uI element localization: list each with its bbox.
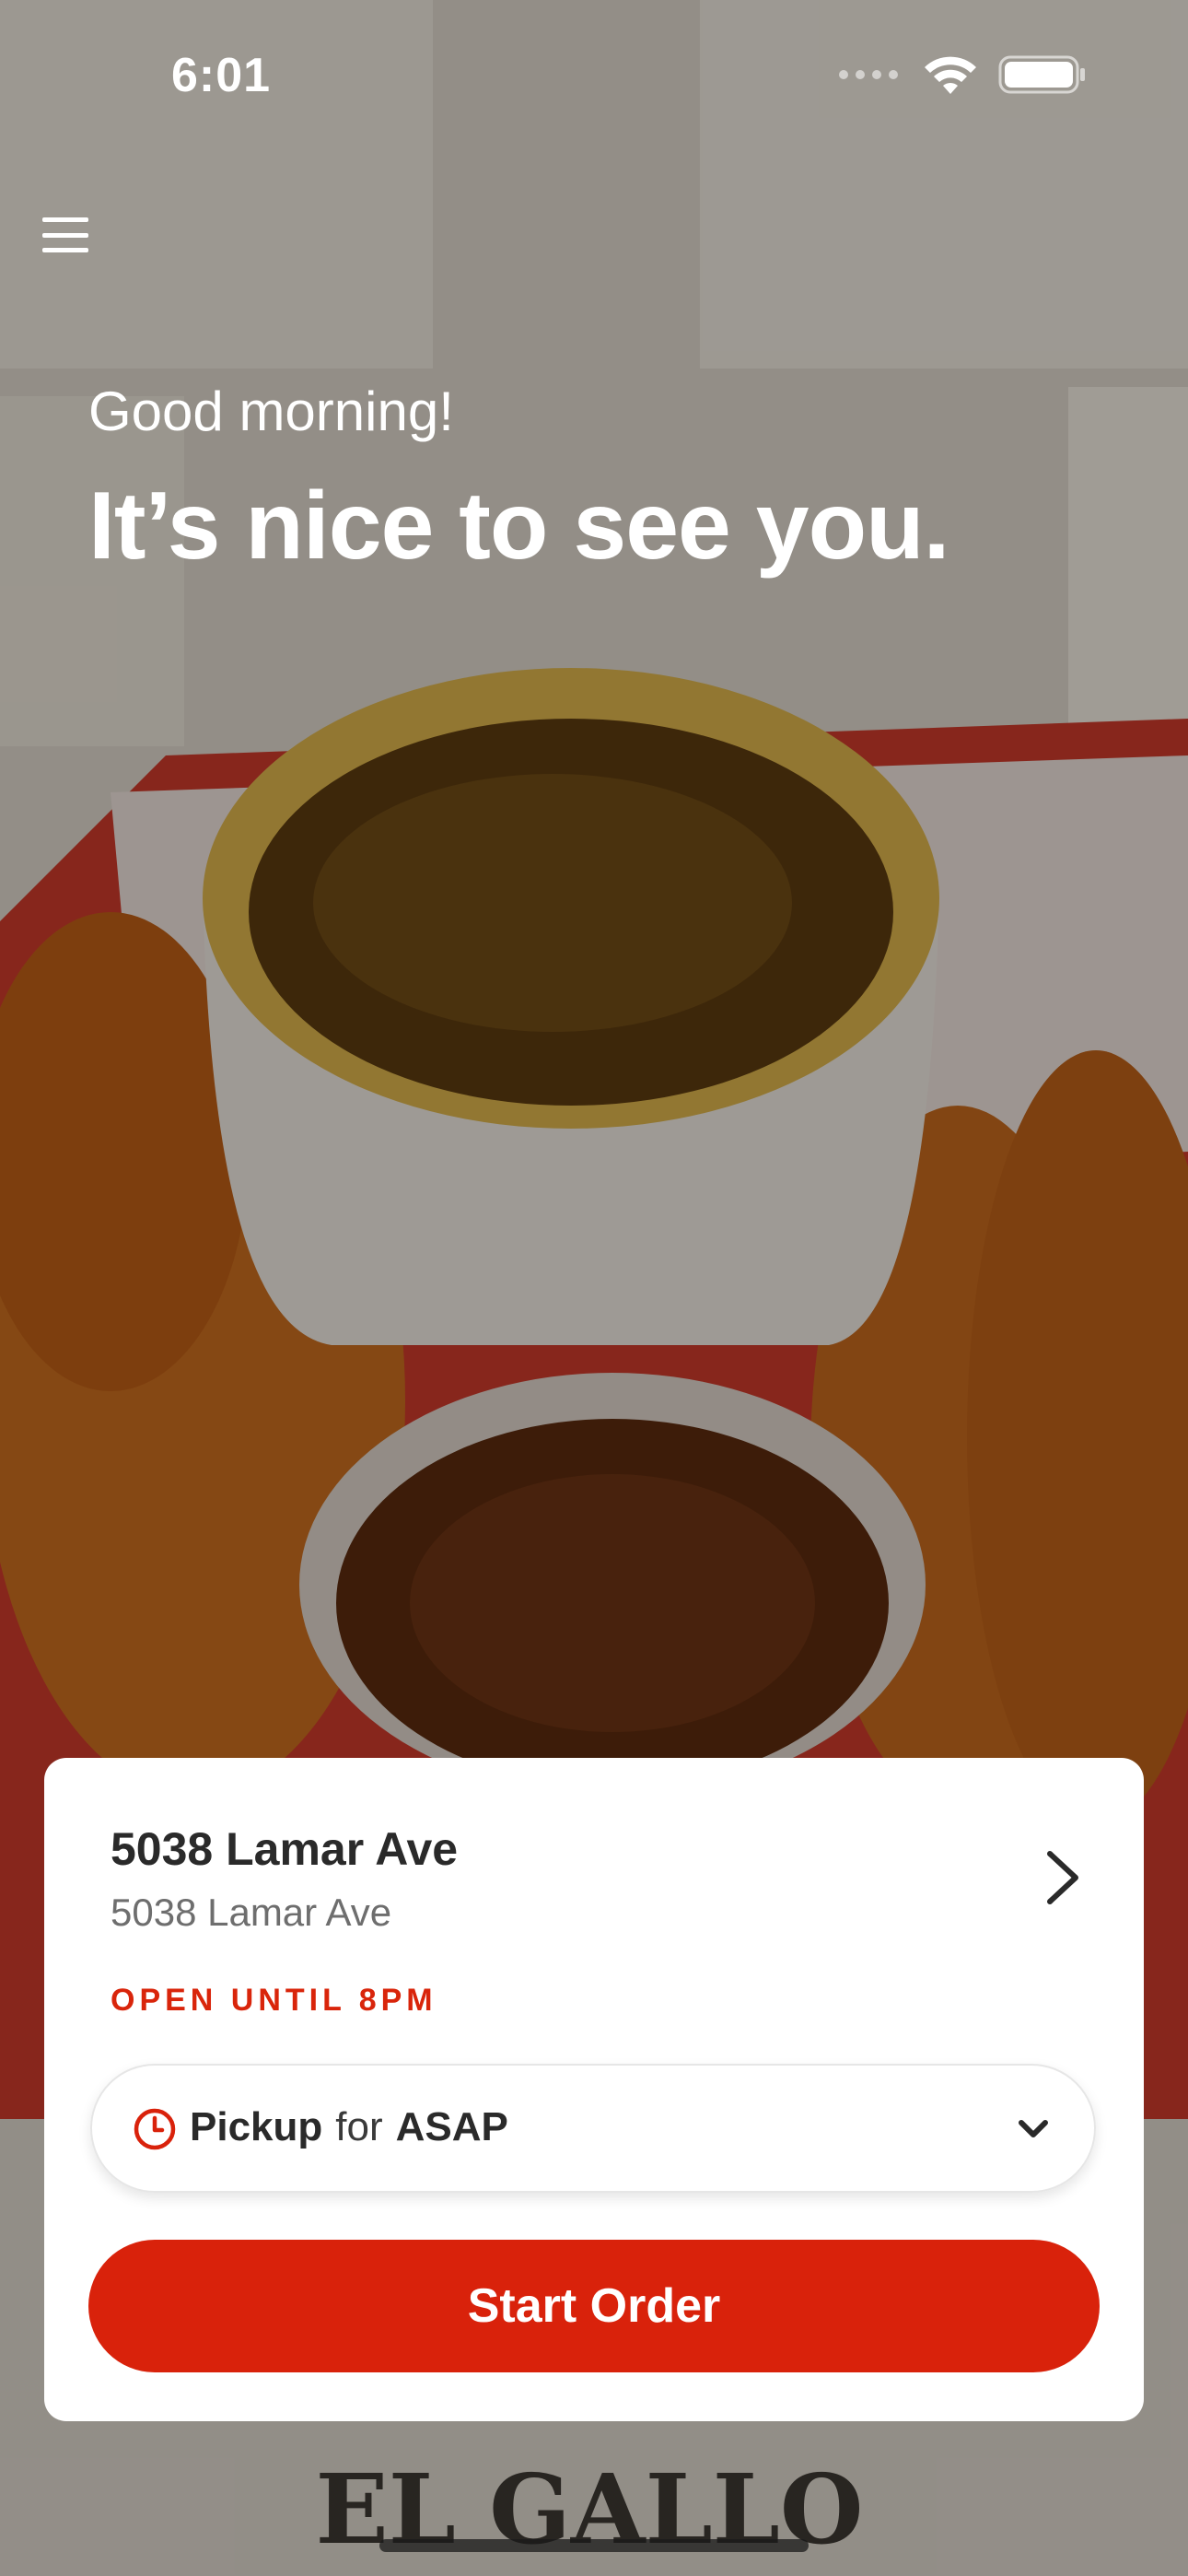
clock-icon [134,2108,176,2150]
order-mode-text: Pickup for ASAP [190,2104,508,2150]
status-bar-icons [838,53,1087,96]
chevron-down-icon [1019,2120,1048,2137]
open-status-label: OPEN UNTIL 8PM [111,1983,437,2018]
headline-text: It’s nice to see you. [88,473,950,580]
greeting-text: Good morning! [88,381,454,442]
order-mode-selector[interactable]: Pickup for ASAP [90,2064,1096,2193]
home-indicator[interactable] [379,2539,809,2552]
menu-button[interactable] [42,212,88,258]
location-card: 5038 Lamar Ave 5038 Lamar Ave OPEN UNTIL… [44,1758,1144,2421]
order-mode-time: ASAP [395,2104,508,2149]
start-order-button[interactable]: Start Order [88,2240,1100,2372]
app-screen: EL GALLO 6:01 Good morning! It’s nice to… [0,0,1188,2576]
status-bar-time: 6:01 [171,49,272,102]
location-address: 5038 Lamar Ave [111,1891,392,1934]
hamburger-menu-icon [42,217,88,222]
order-mode-connector: for [335,2104,383,2149]
location-title: 5038 Lamar Ave [111,1823,459,1875]
order-mode-type: Pickup [190,2104,323,2149]
battery-icon [998,55,1085,94]
wifi-icon [925,56,976,94]
cellular-signal-icon [839,70,898,79]
chevron-right-icon[interactable] [1042,1848,1083,1907]
